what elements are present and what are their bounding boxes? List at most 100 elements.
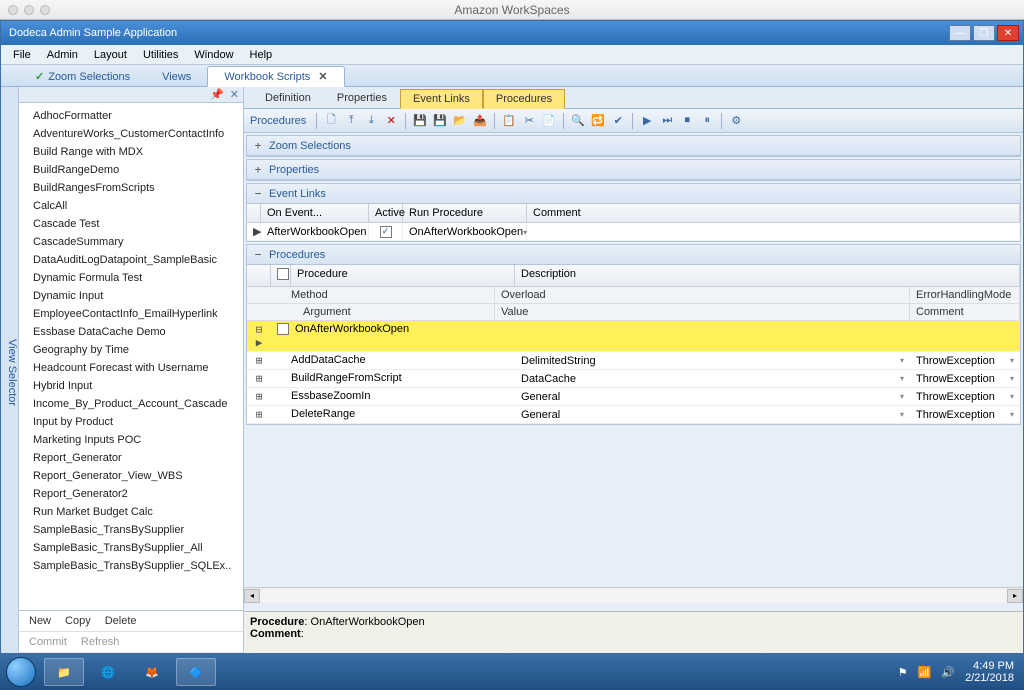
collapse-icon[interactable]: − <box>253 248 263 261</box>
pin-icon[interactable]: 📌 <box>210 88 224 101</box>
event-row[interactable]: ▶ AfterWorkbookOpen ✓ OnAfterWorkbookOpe… <box>247 223 1020 241</box>
paste-icon[interactable]: 📄 <box>541 113 557 129</box>
cell-method[interactable]: BuildRangeFromScript <box>271 370 515 387</box>
tree-item[interactable]: Report_Generator_View_WBS <box>19 467 243 485</box>
tree-item[interactable]: Cascade Test <box>19 215 243 233</box>
checkbox-icon[interactable]: ✓ <box>380 226 392 238</box>
cell-method[interactable]: EssbaseZoomIn <box>271 388 515 405</box>
copy-icon[interactable]: 📋 <box>501 113 517 129</box>
commit-button[interactable]: Commit <box>29 636 67 648</box>
cut-icon[interactable]: ✂ <box>521 113 537 129</box>
subtab-event-links[interactable]: Event Links <box>400 89 483 109</box>
tree-item[interactable]: CalcAll <box>19 197 243 215</box>
tree-item[interactable]: Dynamic Formula Test <box>19 269 243 287</box>
tree-item[interactable]: Run Market Budget Calc <box>19 503 243 521</box>
col-comment[interactable]: Comment <box>527 204 1020 222</box>
col-run-proc[interactable]: Run Procedure <box>403 204 527 222</box>
tree-item[interactable]: Input by Product <box>19 413 243 431</box>
taskbar-ie[interactable]: 🌐 <box>88 658 128 686</box>
save-all-icon[interactable]: 💾 <box>432 113 448 129</box>
menu-layout[interactable]: Layout <box>86 49 135 61</box>
cell-comment[interactable] <box>527 230 1020 234</box>
tree-item[interactable]: Hybrid Input <box>19 377 243 395</box>
section-event-links-header[interactable]: − Event Links <box>247 184 1020 204</box>
scroll-track[interactable] <box>260 589 1007 603</box>
tree-item[interactable]: AdventureWorks_CustomerContactInfo <box>19 125 243 143</box>
expand-icon[interactable]: + <box>253 139 263 152</box>
scroll-left-icon[interactable]: ◂ <box>244 589 260 603</box>
cell-errormode[interactable]: ThrowException▾ <box>910 406 1020 423</box>
cell-on-event[interactable]: AfterWorkbookOpen <box>261 224 369 240</box>
tree-item[interactable]: Marketing Inputs POC <box>19 431 243 449</box>
tab-zoom-selections[interactable]: ✓Zoom Selections <box>19 67 146 86</box>
tray-speaker-icon[interactable]: 🔊 <box>941 666 955 679</box>
expand-icon[interactable]: ⊞ <box>247 388 271 405</box>
checkbox-icon[interactable] <box>277 323 289 335</box>
taskbar-firefox[interactable]: 🦊 <box>132 658 172 686</box>
cell-overload[interactable]: DelimitedString▾ <box>515 352 910 369</box>
chevron-down-icon[interactable]: ▾ <box>1010 392 1014 401</box>
tree-item[interactable]: SampleBasic_TransBySupplier <box>19 521 243 539</box>
tray-network-icon[interactable]: 📶 <box>918 666 932 679</box>
tree-item[interactable]: Report_Generator2 <box>19 485 243 503</box>
stop-icon[interactable]: ⏹ <box>679 113 695 129</box>
section-procedures-header[interactable]: − Procedures <box>247 245 1020 265</box>
section-properties-header[interactable]: + Properties <box>247 160 1020 180</box>
tree-item[interactable]: Dynamic Input <box>19 287 243 305</box>
expand-icon[interactable]: ⊞ <box>247 406 271 423</box>
tree-item[interactable]: Essbase DataCache Demo <box>19 323 243 341</box>
col-argument[interactable]: Argument <box>247 304 495 320</box>
chevron-down-icon[interactable]: ▾ <box>900 410 904 419</box>
insert-below-icon[interactable]: ⤓ <box>363 113 379 129</box>
script-tree[interactable]: AdhocFormatterAdventureWorks_CustomerCon… <box>19 103 243 610</box>
col-active[interactable]: Active <box>369 204 403 222</box>
subtab-definition[interactable]: Definition <box>252 88 324 108</box>
tree-item[interactable]: CascadeSummary <box>19 233 243 251</box>
new-doc-icon[interactable]: 🗋 <box>323 113 339 129</box>
break-icon[interactable]: ⏸ <box>699 113 715 129</box>
col-method[interactable]: Method <box>247 287 495 303</box>
col-on-event[interactable]: On Event... <box>261 204 369 222</box>
tree-item[interactable]: BuildRangeDemo <box>19 161 243 179</box>
subtab-properties[interactable]: Properties <box>324 88 400 108</box>
save-icon[interactable]: 💾 <box>412 113 428 129</box>
procedure-row[interactable]: ⊞DeleteRangeGeneral▾ThrowException▾ <box>247 406 1020 424</box>
find-icon[interactable]: 🔍 <box>570 113 586 129</box>
tree-item[interactable]: SampleBasic_TransBySupplier_All <box>19 539 243 557</box>
tree-item[interactable]: Headcount Forecast with Username <box>19 359 243 377</box>
run-icon[interactable]: ▶ <box>639 113 655 129</box>
cell-overload[interactable]: General▾ <box>515 388 910 405</box>
horizontal-scrollbar[interactable]: ◂ ▸ <box>244 587 1023 603</box>
expand-icon[interactable]: + <box>253 163 263 176</box>
tree-item[interactable]: SampleBasic_TransBySupplier_SQLEx.. <box>19 557 243 575</box>
menu-help[interactable]: Help <box>242 49 281 61</box>
mac-min[interactable] <box>24 5 34 15</box>
procedure-row[interactable]: ⊞AddDataCacheDelimitedString▾ThrowExcept… <box>247 352 1020 370</box>
expand-icon[interactable]: ⊞ <box>247 352 271 369</box>
chevron-down-icon[interactable]: ▾ <box>900 356 904 365</box>
tree-item[interactable]: Income_By_Product_Account_Cascade <box>19 395 243 413</box>
replace-icon[interactable]: 🔁 <box>590 113 606 129</box>
col-value[interactable]: Value <box>495 304 910 320</box>
step-icon[interactable]: ⏭ <box>659 113 675 129</box>
checkbox-icon[interactable] <box>277 268 289 280</box>
cell-active[interactable]: ✓ <box>369 223 403 240</box>
taskbar-explorer[interactable]: 📁 <box>44 658 84 686</box>
cell-errormode[interactable]: ThrowException▾ <box>910 352 1020 369</box>
tree-item[interactable]: EmployeeContactInfo_EmailHyperlink <box>19 305 243 323</box>
tray-flag-icon[interactable]: ⚑ <box>898 666 908 679</box>
chevron-down-icon[interactable]: ▾ <box>1010 374 1014 383</box>
close-button[interactable]: ✕ <box>997 25 1019 41</box>
maximize-button[interactable]: ❐ <box>973 25 995 41</box>
cell-method[interactable]: AddDataCache <box>271 352 515 369</box>
tree-item[interactable]: Build Range with MDX <box>19 143 243 161</box>
minimize-button[interactable]: — <box>949 25 971 41</box>
section-zoom-header[interactable]: + Zoom Selections <box>247 136 1020 156</box>
menu-utilities[interactable]: Utilities <box>135 49 186 61</box>
subtab-procedures[interactable]: Procedures <box>483 89 565 109</box>
taskbar-app[interactable]: 🔷 <box>176 658 216 686</box>
chevron-down-icon[interactable]: ▾ <box>1010 356 1014 365</box>
scroll-right-icon[interactable]: ▸ <box>1007 589 1023 603</box>
close-pane-icon[interactable]: ✕ <box>230 88 239 101</box>
export-icon[interactable]: 📤 <box>472 113 488 129</box>
